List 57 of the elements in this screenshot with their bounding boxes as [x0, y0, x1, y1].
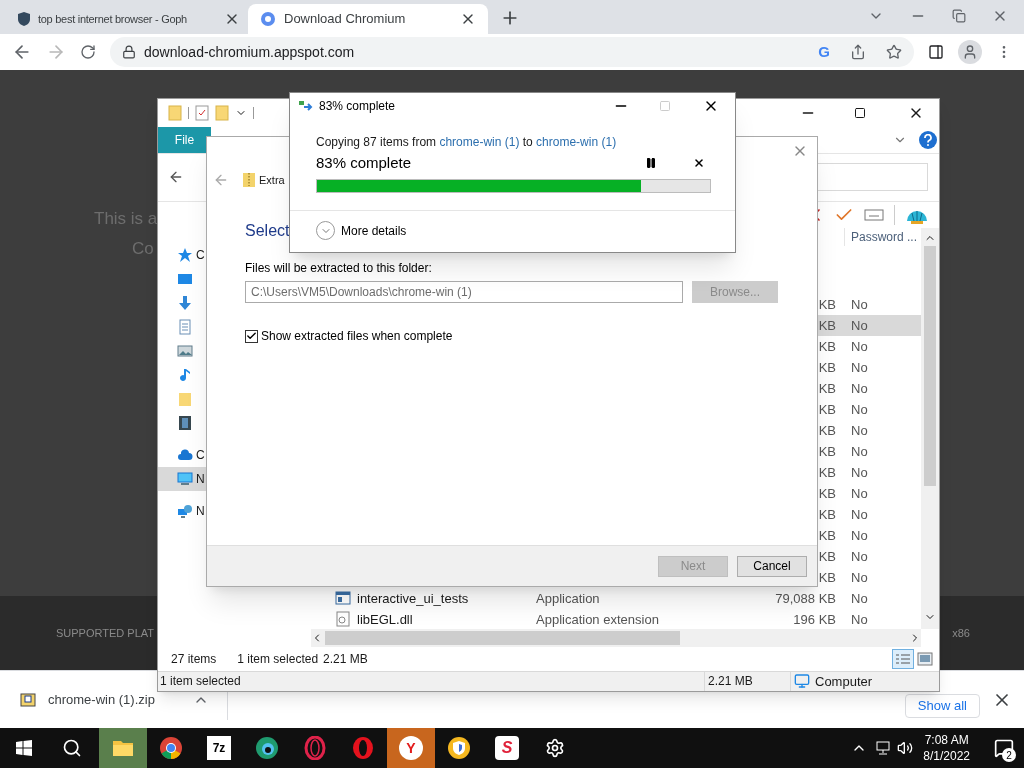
password-cell-text: No: [851, 337, 868, 356]
password-cell-text: No: [851, 316, 868, 335]
tab-title: top best internet browser - Goph: [38, 11, 188, 27]
password-cell-text: No: [851, 295, 868, 314]
file-name: libEGL.dll: [357, 610, 413, 629]
file-size: KB: [818, 464, 836, 480]
footer-text: SUPPORTED PLAT: [56, 625, 154, 641]
password-cell-text: No: [851, 589, 868, 608]
window-title: 83% complete: [319, 98, 396, 115]
password-cell-text: No: [851, 568, 868, 587]
file-size: KB: [818, 380, 836, 396]
file-size: KB: [818, 548, 836, 564]
file-name: interactive_ui_tests: [357, 589, 469, 608]
password-cell-text: No: [851, 442, 868, 461]
password-cell-text: No: [851, 505, 868, 524]
password-cell-text: No: [851, 463, 868, 482]
dialog-heading: Select: [245, 221, 290, 241]
file-size: 79,088 KB: [775, 590, 836, 606]
file-size: KB: [818, 296, 836, 312]
file-type: Application extension: [536, 611, 659, 627]
file-size: KB: [818, 359, 836, 375]
password-cell-text: No: [851, 421, 868, 440]
password-cell-text: No: [851, 484, 868, 503]
footer-text: x86: [952, 625, 970, 641]
file-size: KB: [818, 317, 836, 333]
notification-badge: 2: [1002, 748, 1016, 762]
file-size: KB: [818, 506, 836, 522]
file-size: KB: [818, 338, 836, 354]
file-type: Application: [536, 590, 600, 606]
file-size: KB: [818, 443, 836, 459]
item-count: 27 items: [171, 650, 217, 668]
selection-text: 1 item selected: [237, 650, 319, 668]
password-cell-text: No: [851, 400, 868, 419]
status-zone: Computer: [815, 672, 873, 691]
file-size: KB: [818, 422, 836, 438]
password-cell-text: No: [851, 547, 868, 566]
field-label: Files will be extracted to this folder:: [245, 260, 433, 277]
password-cell-text: No: [851, 379, 868, 398]
file-size: KB: [818, 527, 836, 543]
dialog-title: Extra: [259, 173, 285, 188]
browser-icon: Y: [399, 736, 423, 760]
archiver-icon: 7z: [207, 736, 231, 760]
file-size: 196 KB: [793, 611, 836, 627]
password-cell-text: No: [851, 526, 868, 545]
file-size: KB: [818, 569, 836, 585]
tab-title: Download Chromium: [284, 10, 407, 29]
password-cell-text: No: [851, 358, 868, 377]
status-text: 1 item selected: [159, 673, 242, 691]
progress-status: 83% complete: [316, 152, 413, 173]
file-size: KB: [818, 485, 836, 501]
file-size: KB: [818, 401, 836, 417]
copy-description: Copying 87 items from chrome-win (1) to chrome-win (1): [316, 134, 618, 151]
password-cell-text: No: [851, 610, 868, 629]
status-size: 2.21 MB: [707, 673, 754, 691]
url-text: download-chromium.appspot.com: [144, 42, 356, 62]
app-icon: S: [495, 736, 519, 760]
selection-size: 2.21 MB: [323, 650, 368, 668]
